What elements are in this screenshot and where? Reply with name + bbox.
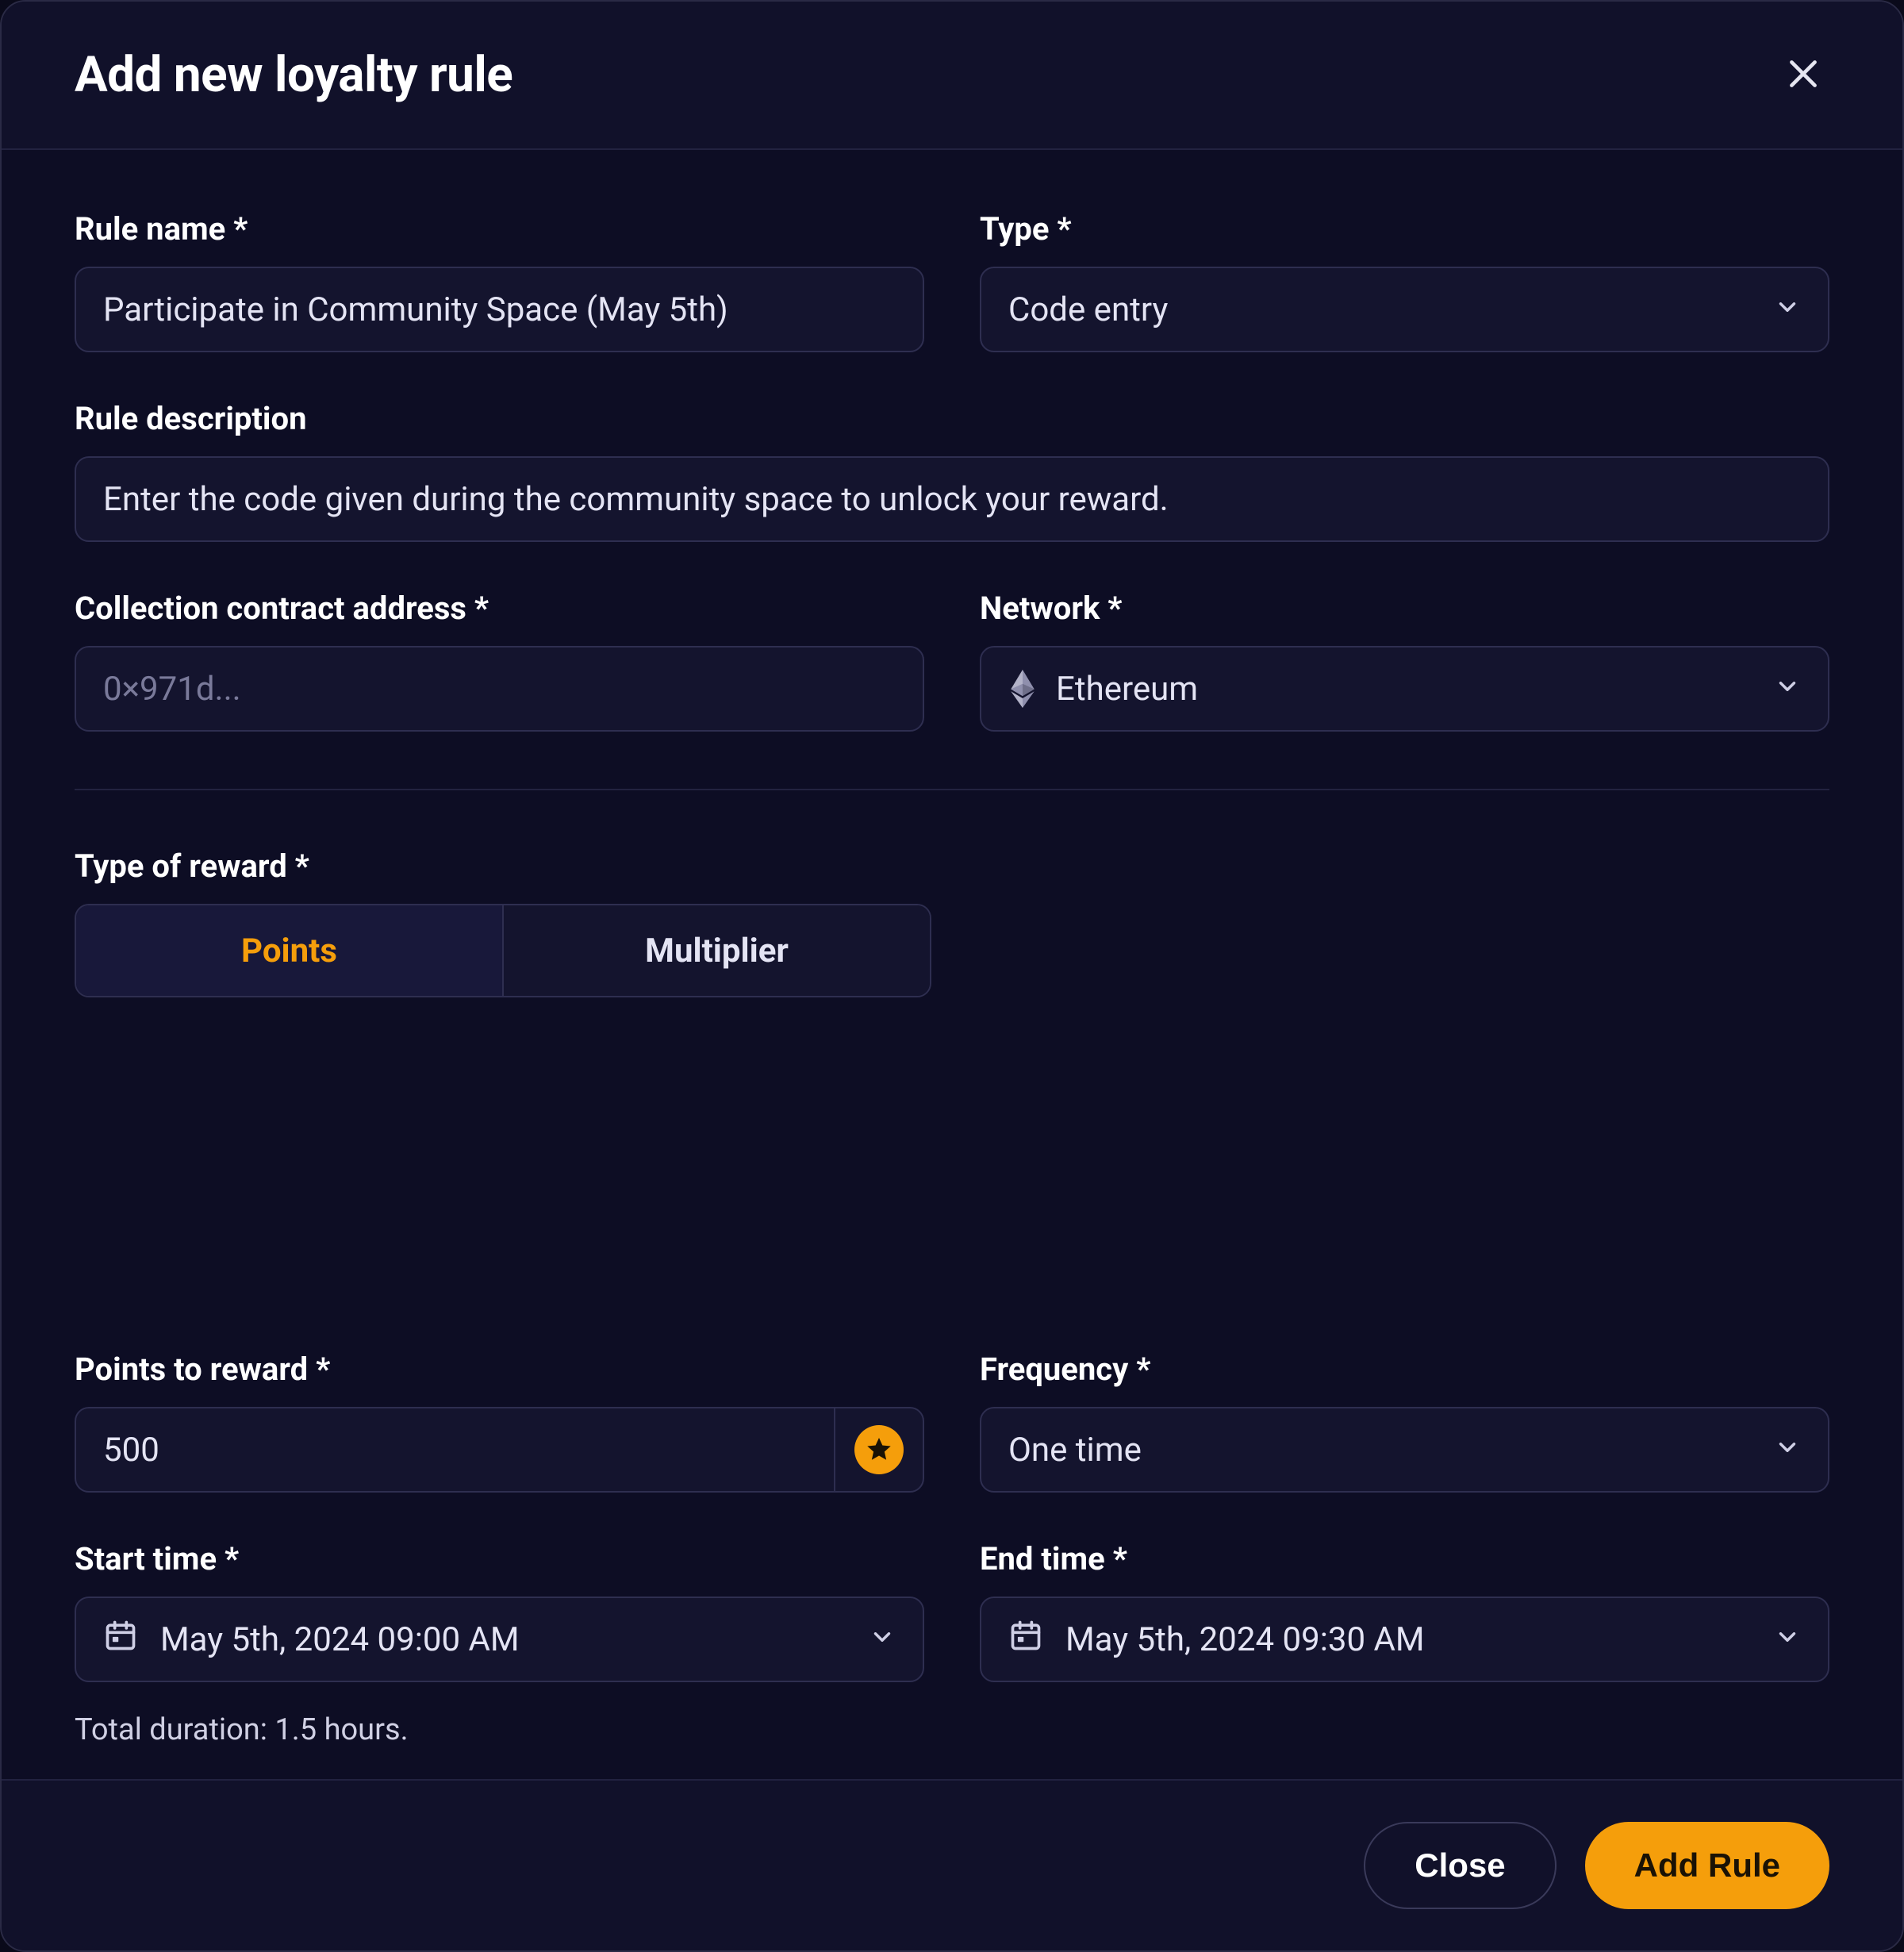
end-time-value: May 5th, 2024 09:30 AM (1065, 1620, 1425, 1659)
start-time-picker[interactable]: May 5th, 2024 09:00 AM (75, 1597, 924, 1682)
reward-type-multiplier-tab[interactable]: Multiplier (502, 905, 930, 996)
field-contract-address: Collection contract address * (75, 590, 924, 732)
field-points: Points to reward * (75, 1351, 924, 1493)
frequency-select-value: One time (1008, 1431, 1755, 1470)
reward-type-points-tab[interactable]: Points (76, 905, 502, 996)
field-reward-type: Type of reward * Points Multiplier (75, 847, 1829, 1303)
points-star-button[interactable] (834, 1408, 923, 1491)
reward-type-segmented: Points Multiplier (75, 904, 931, 997)
label-type: Type * (980, 210, 1829, 248)
frequency-select[interactable]: One time (980, 1407, 1829, 1493)
field-rule-description: Rule description (75, 400, 1829, 542)
field-start-time: Start time * May 5th, 2024 09:00 AM (75, 1540, 924, 1682)
points-input-wrap (75, 1407, 924, 1493)
rule-name-input-wrap (75, 267, 924, 352)
points-input[interactable] (103, 1431, 807, 1470)
field-frequency: Frequency * One time (980, 1351, 1829, 1493)
modal-header: Add new loyalty rule (2, 2, 1902, 150)
add-loyalty-rule-modal: Add new loyalty rule Rule name * Type * … (0, 0, 1904, 1952)
field-end-time: End time * May 5th, 2024 09:30 AM (980, 1540, 1829, 1682)
rule-description-input-wrap (75, 456, 1829, 542)
chevron-down-icon (1774, 1431, 1801, 1470)
close-button[interactable]: Close (1364, 1822, 1556, 1909)
label-contract-address: Collection contract address * (75, 590, 924, 627)
label-frequency: Frequency * (980, 1351, 1829, 1388)
rule-name-input[interactable] (103, 290, 896, 329)
modal-footer: Close Add Rule (2, 1779, 1902, 1950)
chevron-down-icon (1774, 290, 1801, 329)
network-select[interactable]: Ethereum (980, 646, 1829, 732)
type-select[interactable]: Code entry (980, 267, 1829, 352)
label-end-time: End time * (980, 1540, 1829, 1577)
field-rule-name: Rule name * (75, 210, 924, 352)
chevron-down-icon (869, 1620, 896, 1659)
close-icon[interactable] (1777, 48, 1829, 103)
field-network: Network * Ethereum (980, 590, 1829, 732)
type-select-value: Code entry (1008, 290, 1755, 329)
calendar-icon (1008, 1618, 1043, 1662)
start-time-value: May 5th, 2024 09:00 AM (160, 1620, 520, 1659)
label-start-time: Start time * (75, 1540, 924, 1577)
add-rule-button[interactable]: Add Rule (1585, 1822, 1829, 1909)
star-icon (854, 1425, 904, 1474)
end-time-picker[interactable]: May 5th, 2024 09:30 AM (980, 1597, 1829, 1682)
label-points: Points to reward * (75, 1351, 924, 1388)
chevron-down-icon (1774, 670, 1801, 709)
modal-title: Add new loyalty rule (75, 46, 512, 104)
network-select-value: Ethereum (1056, 670, 1755, 709)
calendar-icon (103, 1618, 138, 1662)
label-rule-description: Rule description (75, 400, 1829, 437)
contract-address-input[interactable] (103, 670, 896, 709)
field-type: Type * Code entry (980, 210, 1829, 352)
chevron-down-icon (1774, 1620, 1801, 1659)
label-reward-type: Type of reward * (75, 847, 1829, 885)
label-rule-name: Rule name * (75, 210, 924, 248)
ethereum-icon (1008, 667, 1037, 711)
rule-description-input[interactable] (103, 480, 1801, 519)
duration-note: Total duration: 1.5 hours. (75, 1712, 1829, 1747)
divider (75, 789, 1829, 790)
contract-address-input-wrap (75, 646, 924, 732)
modal-body: Rule name * Type * Code entry Rule descr… (2, 150, 1902, 1779)
label-network: Network * (980, 590, 1829, 627)
